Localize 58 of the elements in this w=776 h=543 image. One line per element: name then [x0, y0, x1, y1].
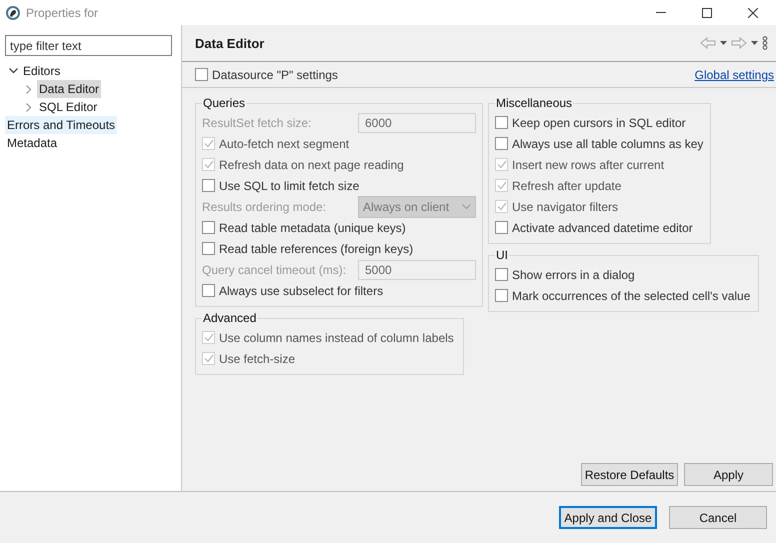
checkbox-label: Datasource "P" settings: [212, 68, 338, 82]
checkbox-label: Read table references (foreign keys): [219, 242, 414, 256]
field-label: ResultSet fetch size:: [202, 116, 312, 130]
close-icon: [748, 8, 758, 18]
group-title: Miscellaneous: [495, 96, 574, 110]
dropdown-arrow-icon[interactable]: [720, 41, 727, 45]
checkbox-label: Always use all table columns as key: [512, 136, 704, 150]
chevron-down-icon: [462, 204, 471, 209]
checkbox-label: Auto-fetch next segment: [219, 136, 350, 150]
page-button[interactable]: Apply: [684, 463, 773, 486]
minimize-icon: [656, 12, 666, 13]
checkbox-label: Use SQL to limit fetch size: [219, 178, 360, 192]
checkbox[interactable]: [202, 284, 215, 297]
checkbox-label: Use fetch-size: [219, 352, 296, 366]
input-field[interactable]: 5000: [358, 260, 476, 280]
group-title: UI: [495, 248, 509, 262]
checkbox[interactable]: [202, 179, 215, 192]
more-options-icon[interactable]: [762, 36, 768, 50]
page-title: Data Editor: [195, 36, 264, 50]
group-title: Queries: [202, 96, 246, 110]
checkbox-label: Insert new rows after current: [512, 158, 664, 172]
dialog-button[interactable]: Cancel: [669, 506, 767, 529]
global-settings-link[interactable]: Global settings: [694, 68, 774, 82]
checkbox-label: Keep open cursors in SQL editor: [512, 116, 686, 130]
chevron-down-icon[interactable]: [8, 68, 18, 74]
checkbox[interactable]: [202, 221, 215, 234]
input-field[interactable]: 6000: [358, 112, 476, 132]
window-title: Properties for: [26, 6, 98, 20]
group-title: Advanced: [202, 311, 258, 325]
checkbox[interactable]: [495, 289, 508, 302]
checkbox-label: Always use subselect for filters: [219, 284, 384, 298]
dialog-button[interactable]: Apply and Close: [559, 506, 657, 529]
tree-item[interactable]: Errors and Timeouts: [5, 116, 118, 134]
field-label: Query cancel timeout (ms):: [202, 262, 348, 276]
filter-field[interactable]: type filter text: [5, 35, 172, 56]
tree-item[interactable]: Data Editor: [37, 80, 102, 98]
maximize-icon: [702, 8, 712, 18]
app-logo-icon: [5, 4, 21, 20]
checkbox[interactable]: [495, 116, 508, 129]
checkbox[interactable]: [495, 221, 508, 234]
field-label: Results ordering mode:: [202, 200, 328, 214]
tree-item[interactable]: SQL Editor: [37, 98, 100, 116]
checkbox-label: Use navigator filters: [512, 200, 618, 214]
checkbox[interactable]: [202, 242, 215, 255]
checkbox-label: Refresh after update: [512, 178, 622, 192]
checkbox-label: Show errors in a dialog: [512, 268, 635, 282]
page-button[interactable]: Restore Defaults: [581, 463, 678, 486]
checkbox-label: Mark occurrences of the selected cell's value: [512, 288, 750, 302]
checkbox-label: Refresh data on next page reading: [219, 158, 404, 172]
tree-item[interactable]: Editors: [21, 62, 62, 80]
checkbox[interactable]: [195, 68, 208, 81]
checkbox-label: Read table metadata (unique keys): [219, 220, 406, 234]
tree-item[interactable]: Metadata: [5, 134, 60, 152]
checkbox[interactable]: [495, 137, 508, 150]
dropdown-arrow-icon[interactable]: [751, 41, 758, 45]
checkbox-label: Use column names instead of column labels: [219, 330, 454, 344]
checkbox-label: Activate advanced datetime editor: [512, 220, 693, 234]
checkbox[interactable]: [495, 268, 508, 281]
